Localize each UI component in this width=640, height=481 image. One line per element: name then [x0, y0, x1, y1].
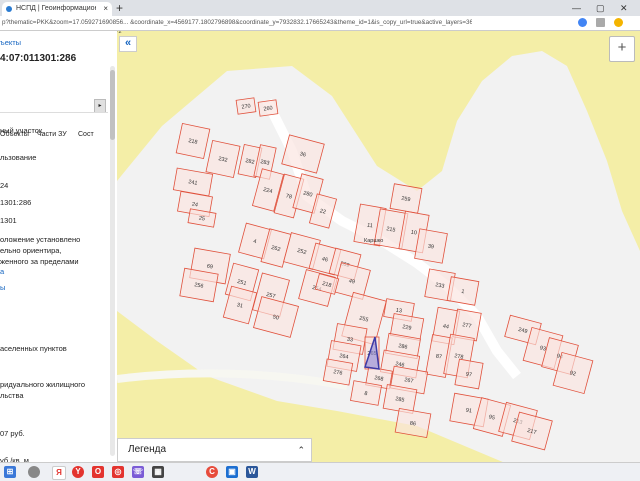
browser-tab-bar: НСПД | Геоинформационный × + — ▢ ✕	[0, 0, 640, 16]
new-tab-button[interactable]: +	[116, 0, 123, 16]
parcel-label: 10	[410, 229, 417, 236]
parcel-276[interactable]: 276	[322, 358, 354, 386]
tabs-scroll-icon[interactable]: ▸	[94, 99, 106, 113]
parcel-270[interactable]: 270	[235, 97, 257, 115]
zoom-in-button[interactable]: +	[609, 36, 635, 62]
address-more-link[interactable]: а	[0, 267, 4, 276]
cad-quarter-value: 1301	[0, 216, 17, 225]
parcel-label: 260	[263, 105, 273, 112]
google-icon[interactable]	[578, 18, 587, 27]
parcel-8[interactable]: 8	[350, 380, 382, 406]
opera-icon[interactable]: O	[92, 466, 104, 478]
parcel-232[interactable]: 232	[205, 139, 241, 179]
photos-icon[interactable]: ▣	[226, 466, 238, 478]
road-label: Каршко	[364, 238, 383, 244]
back-link[interactable]: ъекты	[0, 38, 21, 47]
viber-icon[interactable]: ☏	[132, 466, 144, 478]
permitted-use-line-1: ридуального жилищного	[0, 380, 85, 389]
minimize-icon[interactable]: —	[572, 0, 581, 16]
windows-logo-icon[interactable]: ⊞	[4, 466, 16, 478]
maximize-icon[interactable]: ▢	[596, 0, 605, 16]
parcel-86[interactable]: 86	[394, 407, 432, 439]
parcel-label: 11	[366, 223, 373, 230]
permitted-use-line-2: льства	[0, 391, 24, 400]
scrollbar-thumb[interactable]	[110, 70, 115, 140]
collapse-panel-button[interactable]: «	[119, 36, 137, 52]
parcel-272[interactable]: 272	[117, 31, 122, 35]
yandex-browser-icon[interactable]: Я	[52, 466, 66, 480]
parcel-259[interactable]: 259	[389, 183, 423, 214]
map-canvas[interactable]: 270 260 218 232 282 283 36 241 24 25 224 78 280 22 259…	[117, 31, 640, 468]
tab-composition[interactable]: Сост	[78, 131, 94, 138]
address-line-1: оложение установлено	[0, 235, 81, 244]
parcel-label: 13	[395, 307, 402, 314]
legend-chevron-icon: ⌃	[297, 445, 305, 455]
parcel-label: 44	[442, 323, 449, 330]
tab-title: НСПД | Геоинформационный	[16, 5, 96, 12]
search-icon[interactable]	[28, 466, 40, 478]
chrome-icon[interactable]: ◎	[112, 466, 124, 478]
url-text[interactable]: p?thematic=PKK&zoom=17.059271690856... &…	[2, 16, 472, 30]
map-svg[interactable]: 270 260218232 282 28336241242522478 28022259…	[117, 31, 640, 468]
panel-scrollbar[interactable]	[110, 66, 115, 456]
site-favicon-icon	[6, 6, 12, 12]
object-type: ный участок	[0, 126, 43, 135]
info-panel: ъекты 4:07:011301:286 Объекты Части ЗУ С…	[0, 31, 117, 468]
bookmark-star-icon[interactable]	[614, 18, 623, 27]
parcel-label: 97	[465, 371, 472, 378]
cadastral-value: 07 руб.	[0, 429, 25, 438]
word-icon[interactable]: W	[246, 466, 258, 478]
c-app-icon[interactable]: C	[206, 466, 218, 478]
parcel-256[interactable]: 256	[179, 267, 219, 303]
parcel-39[interactable]: 39	[414, 228, 448, 264]
usage-type: льзование	[0, 153, 37, 162]
close-window-icon[interactable]: ✕	[620, 0, 628, 16]
cad-number-value: 1301:286	[0, 198, 32, 207]
area-value: 24	[0, 181, 9, 190]
parcel-label: 87	[435, 353, 442, 360]
browser-tab[interactable]: НСПД | Геоинформационный ×	[2, 2, 112, 16]
parcel-label: 24	[191, 201, 198, 208]
legend-label: Легенда	[128, 444, 167, 455]
apps-icon[interactable]: ▦	[152, 466, 164, 478]
legend-dropdown[interactable]: Легенда ⌃	[117, 438, 312, 462]
parcel-260[interactable]: 260	[257, 99, 279, 117]
address-line-3: женного за пределами	[0, 257, 79, 266]
parcel-label: 33	[346, 336, 353, 343]
divider	[0, 112, 108, 113]
parcel-label: 69	[206, 263, 213, 270]
category-value: аселенных пунктов	[0, 344, 67, 353]
yandex-icon[interactable]: Y	[72, 466, 84, 478]
parcel-label: 270	[241, 103, 251, 110]
parcel-label: 91	[465, 407, 472, 414]
address-line-2: ельно ориентира,	[0, 246, 62, 255]
windows-taskbar: ⊞ Я Y O ◎ ☏ ▦ C ▣ W	[0, 462, 640, 481]
status-link[interactable]: ы	[0, 283, 5, 292]
share-icon[interactable]	[596, 18, 605, 27]
parcel-97[interactable]: 97	[454, 358, 484, 390]
parcel-label: 272	[117, 31, 122, 35]
parcel-218[interactable]: 218	[175, 122, 211, 160]
tab-close-icon[interactable]: ×	[103, 2, 108, 16]
address-bar[interactable]: p?thematic=PKK&zoom=17.059271690856... &…	[0, 16, 640, 31]
parcel-label: 86	[409, 420, 416, 427]
parcel-label: 25	[198, 215, 205, 222]
parcel-1[interactable]: 1	[446, 276, 480, 306]
cadastral-number: 4:07:011301:286	[0, 53, 77, 64]
parcel-label: 39	[427, 243, 434, 250]
